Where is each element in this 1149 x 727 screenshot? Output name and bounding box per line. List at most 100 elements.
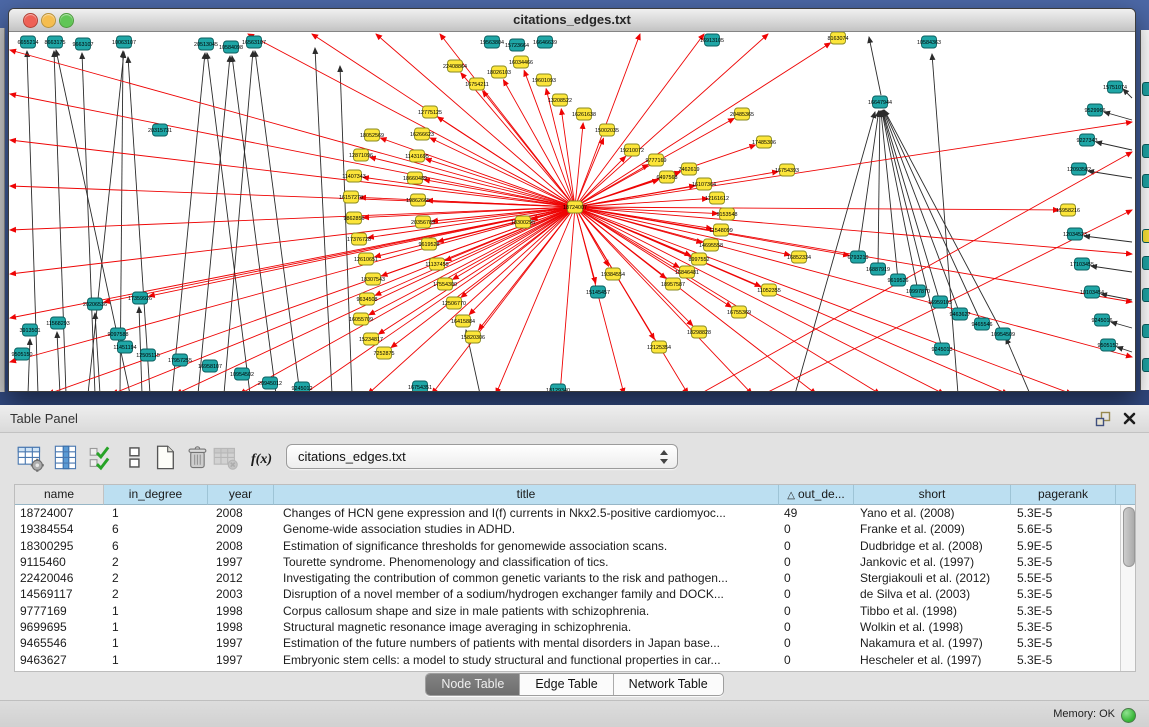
graph-node[interactable]: 19862665 xyxy=(406,194,430,206)
delete-icon[interactable] xyxy=(184,444,212,472)
graph-node[interactable]: 9634508 xyxy=(357,293,378,305)
column-header-pagerank[interactable]: pagerank xyxy=(1011,485,1116,505)
graph-node[interactable]: 9619526 xyxy=(888,274,909,286)
table-source-select[interactable]: citations_edges.txt xyxy=(286,444,678,469)
graph-node[interactable]: 12125354 xyxy=(647,341,671,353)
tab-node-table[interactable]: Node Table xyxy=(426,674,519,695)
graph-node[interactable]: 16261638 xyxy=(572,108,596,120)
table-vertical-scrollbar[interactable] xyxy=(1120,505,1135,671)
graph-node[interactable]: 9777169 xyxy=(646,154,667,166)
rows-icon[interactable] xyxy=(121,444,149,472)
graph-node[interactable]: 20513045 xyxy=(194,38,218,50)
table-mode-icon[interactable] xyxy=(16,444,44,472)
graph-node[interactable]: 9463627 xyxy=(950,308,971,320)
graph-node[interactable]: 9663107 xyxy=(73,38,94,50)
graph-node[interactable]: 6793219 xyxy=(848,251,869,263)
graph-node[interactable]: 11568293 xyxy=(46,317,70,329)
table-row[interactable]: 911546021997Tourette syndrome. Phenomeno… xyxy=(15,554,1120,570)
graph-node[interactable]: 16958107 xyxy=(198,360,222,372)
graph-node[interactable]: 12871096 xyxy=(349,149,373,161)
graph-node[interactable]: 9245013 xyxy=(932,343,953,355)
graph-node[interactable]: 18307543 xyxy=(361,273,385,285)
graph-node[interactable]: 14695558 xyxy=(699,239,723,251)
minimize-button[interactable] xyxy=(41,13,56,28)
graph-node[interactable]: 12775125 xyxy=(418,106,442,118)
graph-node[interactable]: 16415884 xyxy=(451,315,475,327)
table-row[interactable]: 2242004622012Investigating the contribut… xyxy=(15,570,1120,586)
scrollbar-thumb[interactable] xyxy=(1123,507,1135,567)
graph-node[interactable]: 19563804 xyxy=(480,36,504,48)
import-table-icon-disabled[interactable] xyxy=(212,444,240,472)
graph-node[interactable]: 9505152 xyxy=(1098,339,1119,351)
graph-node[interactable]: 16852334 xyxy=(787,251,811,263)
zoom-button[interactable] xyxy=(59,13,74,28)
table-row[interactable]: 1938455462009Genome-wide association stu… xyxy=(15,521,1120,537)
function-builder-icon[interactable]: f(x) xyxy=(248,444,276,472)
graph-node[interactable]: 22408864 xyxy=(443,60,467,72)
graph-node[interactable]: 15820306 xyxy=(461,331,485,343)
window-titlebar[interactable]: citations_edges.txt xyxy=(9,9,1135,32)
column-header-name[interactable]: name xyxy=(15,485,104,505)
graph-node[interactable]: 12610651 xyxy=(354,253,378,265)
graph-node[interactable]: 18957587 xyxy=(661,278,685,290)
tab-edge-table[interactable]: Edge Table xyxy=(519,674,612,695)
graph-node[interactable]: 15145457 xyxy=(586,286,610,298)
graph-node[interactable]: 15234817 xyxy=(359,333,383,345)
graph-node[interactable]: 16646639 xyxy=(533,36,557,48)
graph-node[interactable]: 10954509 xyxy=(991,328,1015,340)
graph-node[interactable]: 10954502 xyxy=(230,368,254,380)
graph-node[interactable]: 10063107 xyxy=(112,36,136,48)
graph-node[interactable]: 18298828 xyxy=(687,326,711,338)
graph-node[interactable]: 9862856 xyxy=(344,212,365,224)
close-button[interactable] xyxy=(23,13,38,28)
column-header-in-degree[interactable]: in_degree xyxy=(104,485,208,505)
network-canvas[interactable]: 1872400718052569128710961140734316157278… xyxy=(9,32,1133,391)
graph-node[interactable]: 15723664 xyxy=(505,39,529,51)
graph-node[interactable]: 9227343 xyxy=(1077,134,1098,146)
table-row[interactable]: 1872400712008Changes of HCN gene express… xyxy=(15,505,1120,521)
column-header-year[interactable]: year xyxy=(208,485,274,505)
graph-node[interactable]: 19210072 xyxy=(620,144,644,156)
graph-node[interactable]: 20945012 xyxy=(258,377,282,389)
new-file-icon[interactable] xyxy=(152,444,180,472)
graph-node[interactable]: 16754211 xyxy=(465,78,489,90)
graph-node[interactable]: 18660489 xyxy=(403,172,427,184)
graph-node[interactable]: 7252875 xyxy=(374,347,395,359)
column-header-short[interactable]: short xyxy=(854,485,1011,505)
graph-node[interactable]: 16563107 xyxy=(242,36,266,48)
tab-network-table[interactable]: Network Table xyxy=(613,674,723,695)
graph-node[interactable]: 15958216 xyxy=(1056,204,1080,216)
graph-node[interactable]: 16754351 xyxy=(408,381,432,391)
graph-node[interactable]: 9245016 xyxy=(1092,314,1113,326)
graph-node[interactable]: 9465546 xyxy=(972,318,993,330)
table-row[interactable]: 1830029562008Estimation of significance … xyxy=(15,538,1120,554)
close-panel-icon[interactable] xyxy=(1122,411,1137,426)
table-row[interactable]: 1456911722003Disruption of a novel membe… xyxy=(15,586,1120,602)
graph-node[interactable]: 15002035 xyxy=(595,124,619,136)
graph-node[interactable]: 17485306 xyxy=(752,136,776,148)
graph-node[interactable]: 18129340 xyxy=(546,384,570,391)
column-header-out-degree[interactable]: △out_de... xyxy=(779,485,854,505)
graph-node[interactable]: 17103455 xyxy=(1070,258,1094,270)
graph-node[interactable]: 7462619 xyxy=(679,163,700,175)
graph-node[interactable]: 9097588 xyxy=(108,328,129,340)
graph-node[interactable]: 9245012 xyxy=(292,382,313,391)
collapsed-panel-strip[interactable] xyxy=(0,28,5,392)
graph-node[interactable]: 12034523 xyxy=(1063,228,1087,240)
table-row[interactable]: 969969511998Structural magnetic resonanc… xyxy=(15,619,1120,635)
graph-node[interactable]: 19384554 xyxy=(601,268,625,280)
table-row[interactable]: 946362711997Embryonic stem cells: a mode… xyxy=(15,652,1120,668)
graph-node[interactable]: 11451194 xyxy=(113,341,136,353)
graph-node[interactable]: 8663175 xyxy=(45,36,66,48)
graph-node[interactable]: 16913105 xyxy=(700,34,724,46)
graph-node[interactable]: 3913501 xyxy=(20,324,41,336)
column-header-title[interactable]: title xyxy=(274,485,779,505)
graph-node[interactable]: 6497568 xyxy=(657,171,678,183)
graph-node[interactable]: 16157278 xyxy=(339,191,363,203)
graph-node[interactable]: 11431695 xyxy=(405,150,429,162)
graph-node[interactable]: 9505150 xyxy=(12,348,33,360)
memory-status-icon[interactable] xyxy=(1121,708,1136,723)
graph-node[interactable]: 9529966 xyxy=(1085,104,1106,116)
graph-node[interactable]: 16647944 xyxy=(868,96,892,108)
show-column-icon[interactable] xyxy=(52,444,80,472)
